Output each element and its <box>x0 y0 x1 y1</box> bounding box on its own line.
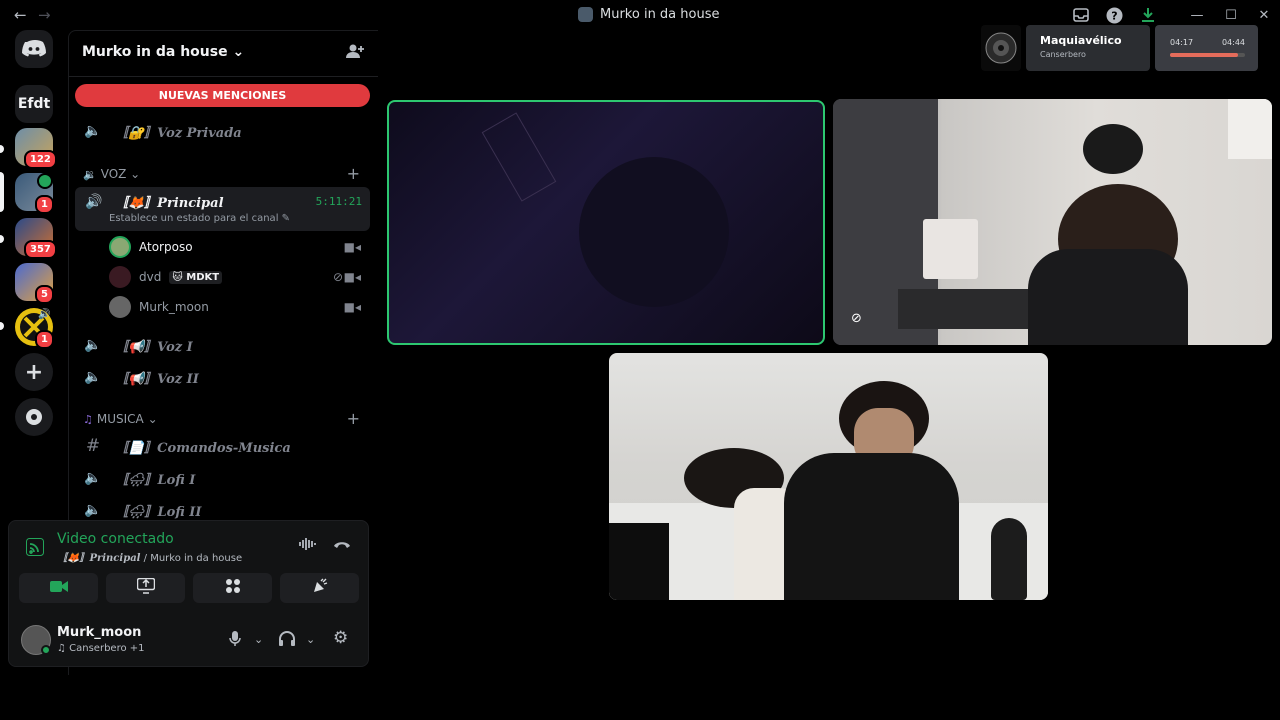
voice-activity-icon <box>37 173 53 189</box>
album-art[interactable] <box>981 25 1021 71</box>
gear-icon[interactable]: ⚙ <box>333 628 348 648</box>
voice-user-murk-moon[interactable]: Murk_moon ■◂ <box>109 293 369 321</box>
close-icon[interactable]: ✕ <box>1255 6 1273 24</box>
voice-channel-link[interactable]: 〚🦊〛Principal / Murko in da house <box>57 549 242 564</box>
muted-mic-icon: ⊘ <box>332 270 343 284</box>
track-title: Maquiavélico <box>1040 34 1122 47</box>
headphones-icon[interactable] <box>279 631 295 651</box>
mention-badge: 122 <box>24 150 57 169</box>
unread-pill <box>0 235 4 243</box>
progress-bar[interactable] <box>1170 53 1245 57</box>
avatar <box>109 296 131 318</box>
soundboard-button[interactable] <box>280 573 359 603</box>
hashtag-icon: # <box>85 436 101 456</box>
microphone-icon[interactable] <box>229 631 241 651</box>
voice-status-title[interactable]: Video conectado <box>57 531 174 547</box>
activities-button[interactable] <box>193 573 272 603</box>
create-channel-icon[interactable]: + <box>347 409 360 428</box>
speaker-icon: 🔈 <box>84 502 102 518</box>
user-activity-status: ♫ Canserbero +1 <box>57 643 145 654</box>
svg-text:?: ? <box>1111 9 1117 22</box>
now-playing-progress[interactable]: 04:17 04:44 <box>1155 25 1258 71</box>
forward-arrow-icon[interactable]: → <box>38 6 51 24</box>
server-thumbnail-icon <box>578 7 593 22</box>
disconnect-icon[interactable] <box>333 537 351 553</box>
back-arrow-icon[interactable]: ← <box>14 6 27 24</box>
guild-name: Murko in da house ⌄ <box>82 44 245 60</box>
voice-connection-panel: Video conectado 〚🦊〛Principal / Murko in … <box>8 520 369 667</box>
track-artist: Canserbero <box>1040 50 1086 59</box>
create-channel-icon[interactable]: + <box>347 164 360 183</box>
category-musica[interactable]: ♫ MUSICA ⌄ <box>83 412 158 426</box>
video-tile-speaking[interactable] <box>387 100 825 345</box>
discover-icon[interactable] <box>15 398 53 436</box>
new-mentions-banner[interactable]: NUEVAS MENCIONES <box>75 84 370 107</box>
voice-user-dvd[interactable]: dvd 🐱 MDKT ⊘ ■◂ <box>109 263 369 291</box>
add-server-icon[interactable]: + <box>15 353 53 391</box>
speaker-icon: 🔈 <box>84 337 102 353</box>
guild-header[interactable]: Murko in da house ⌄ <box>69 31 378 77</box>
channel-principal-active[interactable]: 🔊 〚🦊〛Principal 5:11:21 Establece un esta… <box>75 187 370 231</box>
unread-pill <box>0 145 4 153</box>
total-time: 04:44 <box>1221 38 1245 47</box>
screen-share-icon <box>136 577 155 598</box>
help-icon[interactable]: ? <box>1105 6 1123 24</box>
chevron-down-icon[interactable]: ⌄ <box>254 633 263 646</box>
inbox-icon[interactable] <box>1072 6 1090 24</box>
mention-badge: 1 <box>35 330 54 349</box>
channel-comandos-musica[interactable]: # 〚📄〛Comandos-Musica <box>77 431 370 461</box>
online-status-icon <box>41 645 51 655</box>
speaker-locked-icon: 🔈 <box>84 123 102 139</box>
speaker-icon: 🔈 <box>84 369 102 385</box>
avatar <box>109 266 131 288</box>
avatar <box>109 236 131 258</box>
server-efdt[interactable]: Efdt <box>15 85 53 123</box>
video-tile-user[interactable]: ⊘ <box>833 99 1272 345</box>
soundboard-icon <box>312 578 328 598</box>
camera-icon: ■◂ <box>343 240 361 254</box>
mention-badge: 5 <box>35 285 54 304</box>
channel-voz-1[interactable]: 🔈 〚📢〛Voz I <box>77 330 370 360</box>
minimize-icon[interactable]: — <box>1188 6 1206 24</box>
speaker-icon: 🔊 <box>38 309 51 320</box>
call-timer: 5:11:21 <box>315 195 362 208</box>
progress-fill <box>1170 53 1238 57</box>
selected-pill <box>0 172 4 212</box>
guild-tag: 🐱 MDKT <box>169 270 223 284</box>
camera-icon: ■◂ <box>343 300 361 314</box>
camera-toggle-button[interactable] <box>19 573 98 603</box>
channel-voz-privada[interactable]: 🔈 〚🔐〛Voz Privada <box>77 116 370 146</box>
now-playing-info[interactable]: Maquiavélico Canserbero <box>1026 25 1150 71</box>
video-tile-user[interactable] <box>609 353 1048 600</box>
channel-lofi-1[interactable]: 🔈 〚🌧〛Lofi I <box>77 463 370 493</box>
speaker-icon: 🔈 <box>84 470 102 486</box>
window-title: Murko in da house <box>578 7 720 22</box>
speaker-icon: 🔊 <box>85 194 103 210</box>
invite-people-icon[interactable] <box>346 43 364 63</box>
channel-status-prompt[interactable]: Establece un estado para el canal ✎ <box>109 213 290 224</box>
elapsed-time: 04:17 <box>1170 38 1194 47</box>
video-camera-icon <box>49 580 68 597</box>
camera-icon: ■◂ <box>343 270 361 284</box>
activities-icon <box>225 578 241 598</box>
screen-share-button[interactable] <box>106 573 185 603</box>
chevron-down-icon[interactable]: ⌄ <box>306 633 315 646</box>
user-name[interactable]: Murk_moon <box>57 625 141 640</box>
mention-badge: 357 <box>24 240 57 259</box>
connection-signal-icon[interactable] <box>21 533 49 561</box>
speaker-icon: 🔉 <box>83 167 97 181</box>
maximize-icon[interactable]: ☐ <box>1222 6 1240 24</box>
voice-user-atorposo[interactable]: Atorposo ■◂ <box>109 233 369 261</box>
music-category-icon: ♫ <box>83 412 93 426</box>
unread-pill <box>0 322 4 330</box>
channel-voz-2[interactable]: 🔈 〚📢〛Voz II <box>77 362 370 392</box>
muted-mic-icon: ⊘ <box>851 311 862 326</box>
discord-home-icon[interactable] <box>15 30 53 68</box>
noise-suppression-icon[interactable] <box>299 537 317 555</box>
category-voz[interactable]: 🔉 VOZ ⌄ <box>83 167 140 181</box>
download-icon[interactable] <box>1139 6 1157 24</box>
mention-badge: 1 <box>35 195 54 214</box>
